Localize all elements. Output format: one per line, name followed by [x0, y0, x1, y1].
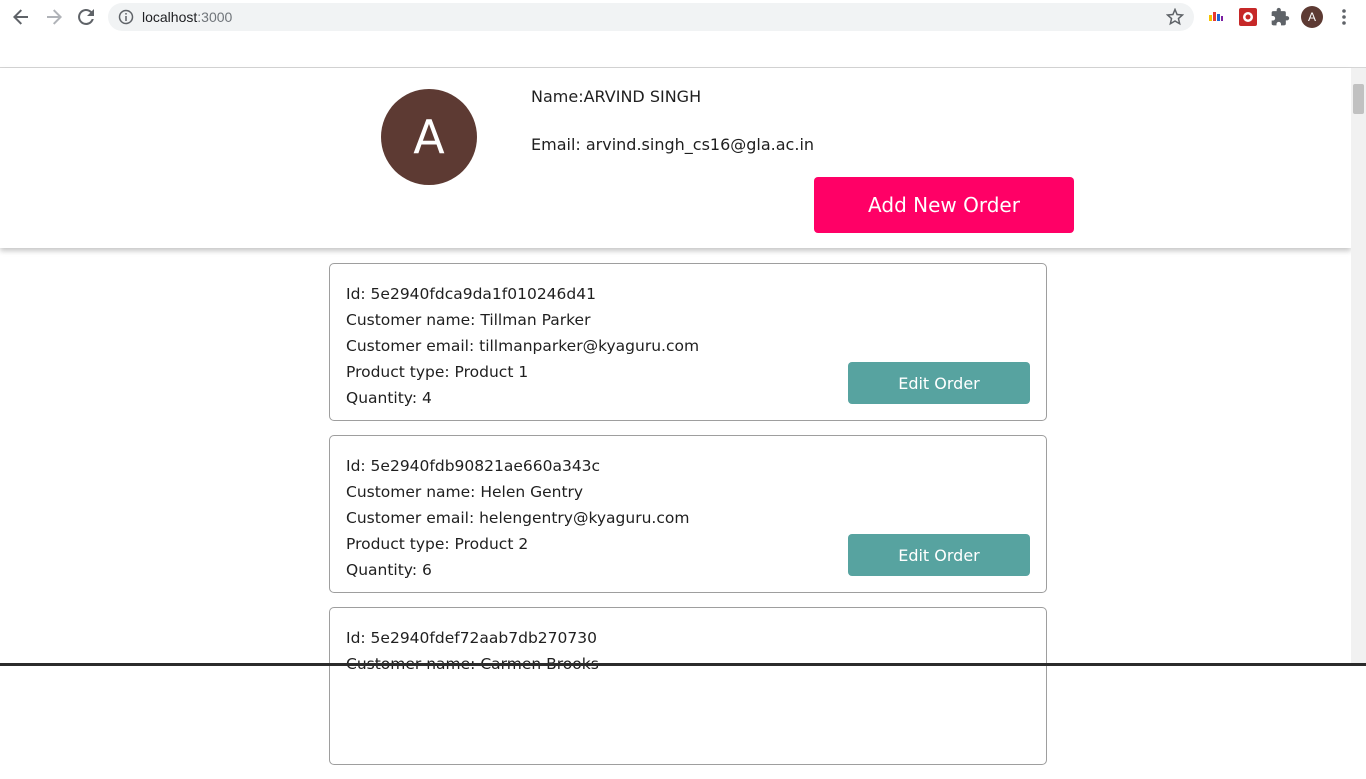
order-id: Id: 5e2940fdef72aab7db270730	[346, 629, 597, 647]
forward-arrow-icon[interactable]	[42, 5, 66, 29]
url-port: :3000	[197, 9, 233, 25]
quantity: Quantity: 6	[346, 561, 432, 579]
add-new-order-button[interactable]: Add New Order	[814, 177, 1074, 233]
profile-header: A Name:ARVIND SINGH Email: arvind.singh_…	[0, 68, 1351, 248]
customer-name: Customer name: Tillman Parker	[346, 311, 591, 329]
profile-avatar[interactable]: A	[1301, 6, 1323, 28]
kebab-menu-icon[interactable]	[1336, 7, 1352, 27]
address-bar[interactable]: localhost:3000	[108, 3, 1194, 31]
order-card: Id: 5e2940fdef72aab7db270730 Customer na…	[329, 607, 1047, 765]
order-card: Id: 5e2940fdca9da1f010246d41 Customer na…	[329, 263, 1047, 421]
reload-icon[interactable]	[74, 5, 98, 29]
back-arrow-icon[interactable]	[9, 5, 33, 29]
star-icon[interactable]	[1165, 7, 1185, 30]
order-id: Id: 5e2940fdca9da1f010246d41	[346, 285, 596, 303]
edit-order-button[interactable]: Edit Order	[848, 362, 1030, 404]
url-text[interactable]: localhost:3000	[142, 9, 232, 25]
edit-order-button[interactable]: Edit Order	[848, 534, 1030, 576]
user-email: Email: arvind.singh_cs16@gla.ac.in	[531, 135, 815, 154]
puzzle-icon[interactable]	[1270, 7, 1290, 27]
quantity: Quantity: 4	[346, 389, 432, 407]
browser-toolbar: localhost:3000 A	[0, 0, 1366, 35]
order-id: Id: 5e2940fdb90821ae660a343c	[346, 457, 601, 475]
extension-icon[interactable]	[1206, 7, 1226, 27]
url-host: localhost	[142, 9, 198, 25]
user-avatar: A	[381, 89, 477, 185]
product-type: Product type: Product 1	[346, 363, 529, 381]
product-type: Product type: Product 2	[346, 535, 529, 553]
orders-list: Id: 5e2940fdca9da1f010246d41 Customer na…	[329, 263, 1047, 779]
page-scrollbar[interactable]	[1351, 68, 1366, 666]
order-card: Id: 5e2940fdb90821ae660a343c Customer na…	[329, 435, 1047, 593]
customer-email: Customer email: helengentry@kyaguru.com	[346, 509, 690, 527]
customer-name: Customer name: Helen Gentry	[346, 483, 584, 501]
user-name: Name:ARVIND SINGH	[531, 87, 702, 106]
customer-email: Customer email: tillmanparker@kyaguru.co…	[346, 337, 700, 355]
info-icon[interactable]	[118, 9, 134, 29]
extension-icon[interactable]	[1238, 7, 1258, 27]
scrollbar-thumb[interactable]	[1353, 84, 1364, 114]
